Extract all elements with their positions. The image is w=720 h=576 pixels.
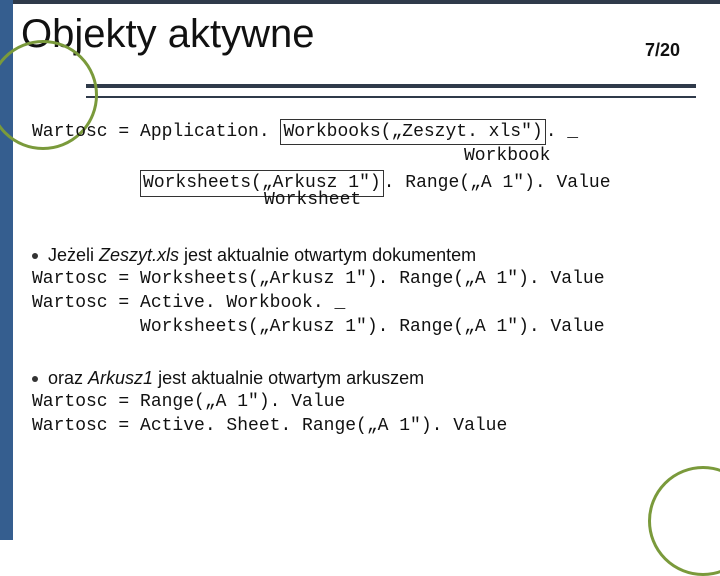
code-s2-l1: Wartosc = Range(„A 1"). Value [32, 390, 692, 414]
section-2: oraz Arkusz1 jest aktualnie otwartym ark… [32, 366, 692, 439]
code-line-1: Wartosc = Application. Workbooks(„Zeszyt… [32, 120, 692, 145]
label-workbook: Workbook [464, 144, 550, 168]
bullet-text-a: Jeżeli [48, 245, 99, 265]
code-block-main: Wartosc = Application. Workbooks(„Zeszyt… [32, 120, 692, 197]
section-1: Jeżeli Zeszyt.xls jest aktualnie otwarty… [32, 243, 692, 340]
slide: Objekty aktywne 7/20 Wartosc = Applicati… [0, 0, 720, 540]
bullet-text-b: jest aktualnie otwartym arkuszem [153, 368, 424, 388]
bullet-text-italic: Zeszyt.xls [99, 245, 179, 265]
decor-circle-bottom-right [648, 466, 720, 576]
bullet-text-italic: Arkusz1 [88, 368, 153, 388]
code-frag [32, 173, 140, 193]
code-line-2: Worksheets(„Arkusz 1"). Range(„A 1"). Va… [32, 171, 692, 196]
title-bar: Objekty aktywne 7/20 [13, 0, 720, 90]
bullet-2: oraz Arkusz1 jest aktualnie otwartym ark… [32, 366, 692, 390]
box-workbooks: Workbooks(„Zeszyt. xls") [280, 119, 545, 145]
title-rule-top [86, 84, 696, 88]
title-rule-bot [86, 96, 696, 98]
page-number: 7/20 [645, 40, 680, 61]
content: Wartosc = Application. Workbooks(„Zeszyt… [32, 120, 692, 439]
label-worksheet: Worksheet [264, 188, 361, 212]
bullet-text-a: oraz [48, 368, 88, 388]
code-s2-l2: Wartosc = Active. Sheet. Range(„A 1"). V… [32, 414, 692, 438]
code-frag: Wartosc = Application. [32, 122, 280, 142]
code-s1-l1: Wartosc = Worksheets(„Arkusz 1"). Range(… [32, 267, 692, 291]
bullet-text-b: jest aktualnie otwartym dokumentem [179, 245, 476, 265]
bullet-icon [32, 253, 38, 259]
code-s1-l2: Wartosc = Active. Workbook. _ [32, 291, 692, 315]
bullet-1: Jeżeli Zeszyt.xls jest aktualnie otwarty… [32, 243, 692, 267]
bullet-icon [32, 376, 38, 382]
code-frag: . Range(„A 1"). Value [384, 173, 611, 193]
code-s1-l3: Worksheets(„Arkusz 1"). Range(„A 1"). Va… [32, 315, 692, 339]
code-frag: . _ [546, 122, 578, 142]
